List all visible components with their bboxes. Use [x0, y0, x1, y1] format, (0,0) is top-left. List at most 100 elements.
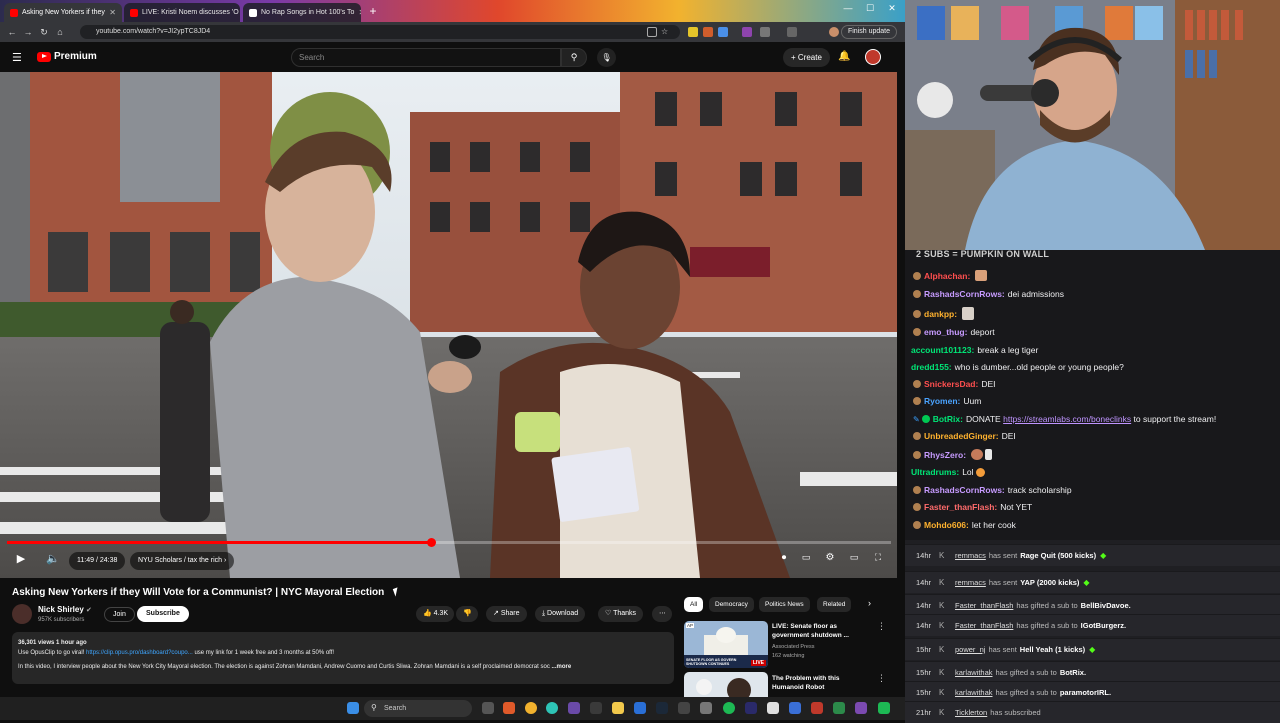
more-vertical-icon[interactable]: ⋮: [877, 673, 886, 684]
chat-username[interactable]: dankpp:: [924, 309, 957, 319]
close-icon[interactable]: ✕: [105, 8, 116, 17]
description-box[interactable]: 36,301 views 1 hour ago Use OpusClip to …: [12, 632, 674, 684]
app-icon[interactable]: [855, 702, 867, 714]
new-tab-button[interactable]: +: [366, 4, 380, 18]
menu-icon[interactable]: ☰: [12, 51, 22, 64]
show-more-link[interactable]: ...more: [552, 664, 572, 670]
channel-name[interactable]: Nick Shirley ✔: [38, 605, 92, 614]
fullscreen-icon[interactable]: ⛶: [870, 552, 886, 570]
video-thumbnail[interactable]: AP SENATE FLOOR AS GOVERN SHUTDOWN CONTI…: [684, 621, 768, 668]
chip-politics-news[interactable]: Politics News: [759, 597, 810, 612]
extension-icon[interactable]: [688, 27, 698, 37]
account-avatar[interactable]: [865, 49, 881, 65]
search-button[interactable]: ⚲: [561, 48, 587, 67]
chat-username[interactable]: SnickersDad:: [924, 379, 978, 389]
chat-username[interactable]: Alphachan:: [924, 271, 970, 281]
browser-tab[interactable]: Asking New Yorkers if they ✕: [4, 3, 122, 22]
alert-user[interactable]: Faster_thanFlash: [955, 601, 1013, 610]
profile-avatar[interactable]: [829, 27, 839, 37]
youtube-logo[interactable]: Premium: [37, 51, 97, 62]
description-link[interactable]: https://clip.opus.pro/dashboard?coupo...: [86, 650, 193, 656]
alert-user[interactable]: remmacs: [955, 551, 986, 560]
download-button[interactable]: ⤓ Download: [535, 606, 586, 622]
captions-icon[interactable]: ▭: [798, 552, 814, 570]
dislike-button[interactable]: 👎: [456, 606, 478, 622]
file-explorer-icon[interactable]: [612, 702, 624, 714]
app-icon[interactable]: [590, 702, 602, 714]
chat-username[interactable]: Ryomen:: [924, 396, 960, 406]
chip-democracy[interactable]: Democracy: [709, 597, 754, 612]
video-thumbnail[interactable]: [684, 672, 768, 697]
mute-button[interactable]: 🔈: [44, 552, 62, 570]
settings-gear-icon[interactable]: ⚙: [822, 552, 838, 570]
join-button[interactable]: Join: [104, 607, 135, 622]
obs-icon[interactable]: [568, 702, 580, 714]
chat-username[interactable]: account101123:: [911, 345, 974, 355]
share-button[interactable]: ↗ Share: [486, 606, 527, 622]
close-window-icon[interactable]: ✕: [882, 3, 902, 14]
browser-tab[interactable]: LIVE: Kristi Noem discusses 'O ✕: [124, 3, 240, 22]
alert-user[interactable]: karlawithak: [955, 688, 993, 697]
sidebar-icon[interactable]: [787, 27, 797, 37]
progress-bar[interactable]: [7, 538, 891, 547]
rec-video-title[interactable]: LIVE: Senate floor as government shutdow…: [772, 622, 872, 640]
app-icon[interactable]: [634, 702, 646, 714]
channel-avatar[interactable]: [12, 604, 32, 624]
chip-related[interactable]: Related: [817, 597, 852, 612]
chat-username[interactable]: RashadsCornRows:: [924, 289, 1005, 299]
task-view-icon[interactable]: [482, 702, 494, 714]
chat-username[interactable]: Faster_thanFlash:: [924, 502, 997, 512]
app-icon[interactable]: [678, 702, 690, 714]
create-button[interactable]: + Create: [783, 48, 830, 67]
spotify-icon[interactable]: [723, 702, 735, 714]
app-icon[interactable]: [546, 702, 558, 714]
puzzle-icon[interactable]: [760, 27, 770, 37]
chat-username[interactable]: UnbreadedGinger:: [924, 431, 999, 441]
app-icon[interactable]: [745, 702, 757, 714]
finish-update-button[interactable]: Finish update: [840, 25, 897, 39]
play-button[interactable]: ▶: [12, 552, 30, 570]
subscribe-button[interactable]: Subscribe: [137, 606, 189, 622]
search-input[interactable]: Search: [291, 48, 561, 67]
app-icon[interactable]: [789, 702, 801, 714]
more-actions-button[interactable]: ⋯: [652, 606, 672, 622]
extension-icon[interactable]: [718, 27, 728, 37]
forward-icon[interactable]: →: [20, 27, 36, 37]
chat-username[interactable]: BotRix:: [933, 414, 963, 424]
close-icon[interactable]: ✕: [354, 8, 361, 17]
app-icon[interactable]: [811, 702, 823, 714]
maximize-icon[interactable]: ☐: [860, 3, 880, 14]
extension-icon[interactable]: [703, 27, 713, 37]
app-icon[interactable]: [700, 702, 712, 714]
chat-username[interactable]: Ultradrums:: [911, 467, 959, 477]
extension-icon[interactable]: [742, 27, 752, 37]
more-vertical-icon[interactable]: ⋮: [877, 621, 886, 632]
chat-username[interactable]: Mohdo606:: [924, 520, 969, 530]
app-icon[interactable]: [767, 702, 779, 714]
chrome-icon[interactable]: [525, 702, 537, 714]
windows-start-icon[interactable]: [347, 702, 359, 714]
alert-user[interactable]: remmacs: [955, 578, 986, 587]
chat-link[interactable]: https://streamlabs.com/boneclinks: [1003, 414, 1131, 424]
star-icon[interactable]: ☆: [661, 27, 671, 37]
thanks-button[interactable]: ♡ Thanks: [598, 606, 644, 622]
chapter-button[interactable]: NYU Scholars / tax the rich ›: [130, 552, 235, 570]
notifications-bell-icon[interactable]: 🔔: [838, 51, 850, 62]
app-icon[interactable]: [878, 702, 890, 714]
alert-user[interactable]: Faster_thanFlash: [955, 621, 1013, 630]
url-field[interactable]: youtube.com/watch?v=JI2ypTC8JD4: [80, 25, 680, 39]
like-button[interactable]: 👍 4.3K: [416, 606, 454, 622]
close-icon[interactable]: ✕: [239, 8, 240, 17]
cast-icon[interactable]: [647, 27, 657, 37]
rec-video-title[interactable]: The Problem with this Humanoid Robot: [772, 674, 872, 692]
app-icon[interactable]: [833, 702, 845, 714]
video-player[interactable]: [0, 72, 897, 578]
chat-username[interactable]: dredd155:: [911, 362, 952, 372]
chevron-right-icon[interactable]: ›: [868, 598, 871, 608]
alert-user[interactable]: Ticklerton: [955, 708, 987, 717]
chat-username[interactable]: emo_thug:: [924, 327, 967, 337]
taskbar-search-input[interactable]: Search: [364, 700, 472, 717]
alert-user[interactable]: power_nj: [955, 645, 985, 654]
chat-username[interactable]: RhysZero:: [924, 450, 966, 460]
alert-user[interactable]: karlawithak: [955, 668, 993, 677]
